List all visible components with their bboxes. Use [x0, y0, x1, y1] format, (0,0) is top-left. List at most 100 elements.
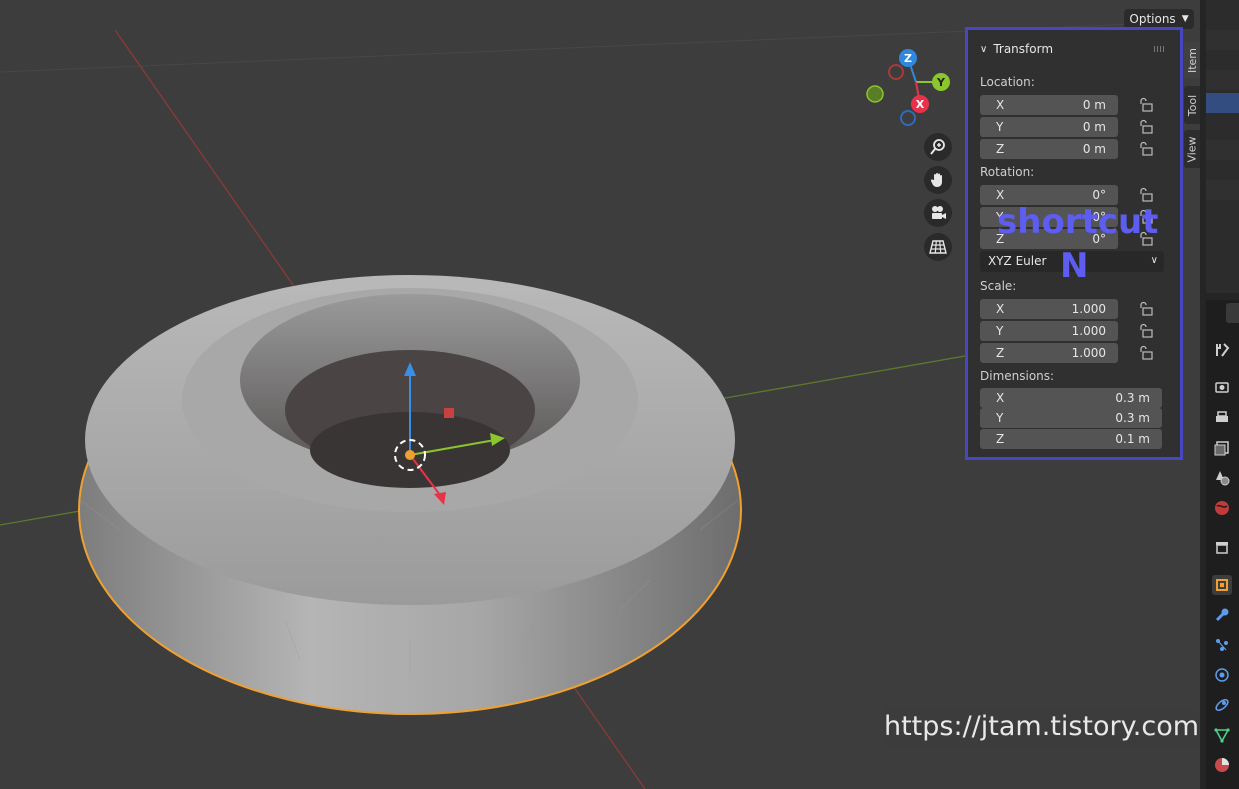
grid-perspective-icon — [929, 240, 947, 254]
axis-label: X — [996, 391, 1005, 405]
object-square-icon — [1216, 579, 1228, 591]
axis-label: Y — [996, 411, 1004, 425]
editor-type-icon[interactable] — [1226, 303, 1239, 323]
constraint-link-icon — [1215, 698, 1229, 712]
gizmo-x-axis[interactable]: X — [911, 95, 929, 113]
gizmo-z-axis[interactable]: Z — [899, 49, 917, 67]
lock-icon[interactable] — [1138, 301, 1154, 317]
drag-handle-icon[interactable] — [1154, 46, 1166, 52]
output-properties-tab[interactable] — [1212, 408, 1232, 428]
camera-icon — [932, 206, 946, 219]
location-z-field[interactable]: Z 0 m — [980, 139, 1118, 159]
view-layer-properties-tab[interactable] — [1212, 438, 1232, 458]
axis-label: X — [996, 98, 1005, 112]
watermark-url: https://jtam.tistory.com — [884, 706, 1199, 747]
torus-mesh — [78, 275, 742, 715]
rotation-mode-value: XYZ Euler — [988, 254, 1047, 268]
location-label: Location: — [980, 75, 1035, 89]
gizmo-y-axis[interactable]: Y — [932, 73, 950, 91]
dimensions-z-field[interactable]: Z 0.1 m — [980, 429, 1162, 449]
dimensions-x-field[interactable]: X 0.3 m — [980, 388, 1162, 408]
physics-properties-tab[interactable] — [1212, 665, 1232, 685]
pan-button[interactable] — [924, 166, 952, 194]
lock-icon[interactable] — [1138, 141, 1154, 157]
image-stack-icon — [1214, 441, 1229, 456]
world-properties-tab[interactable] — [1212, 498, 1232, 518]
lock-icon[interactable] — [1138, 97, 1154, 113]
transform-panel-header[interactable]: ∨ Transform — [980, 42, 1053, 56]
field-value: 0.3 m — [1115, 391, 1150, 405]
field-value: 1.000 — [1071, 346, 1106, 360]
tab-item[interactable]: Item — [1184, 42, 1201, 78]
options-dropdown[interactable]: Options ▼ — [1124, 9, 1194, 29]
axis-label: X — [996, 188, 1005, 202]
dimensions-y-field[interactable]: Y 0.3 m — [980, 408, 1162, 428]
field-value: 1.000 — [1071, 302, 1106, 316]
constraints-properties-tab[interactable] — [1212, 695, 1232, 715]
axis-label: Y — [996, 120, 1004, 134]
options-label: Options — [1129, 12, 1176, 26]
field-value: 0 m — [1082, 98, 1106, 112]
navigation-gizmo — [866, 57, 940, 126]
particles-properties-tab[interactable] — [1212, 635, 1232, 655]
perspective-toggle-button[interactable] — [924, 233, 952, 261]
physics-orbit-icon — [1215, 668, 1229, 682]
outliner-row[interactable] — [1206, 180, 1239, 200]
lock-icon[interactable] — [1138, 323, 1154, 339]
zoom-button[interactable] — [924, 133, 952, 161]
material-sphere-icon — [1215, 758, 1229, 772]
outliner-row[interactable] — [1206, 30, 1239, 50]
object-properties-tab[interactable] — [1212, 575, 1232, 595]
transform-title: Transform — [993, 42, 1054, 56]
wrench-screwdriver-icon — [1216, 343, 1230, 357]
material-properties-tab[interactable] — [1212, 755, 1232, 775]
field-value: 1.000 — [1071, 324, 1106, 338]
scene-properties-tab[interactable] — [1212, 468, 1232, 488]
tab-tool-label: Tool — [1186, 94, 1199, 116]
modifier-properties-tab[interactable] — [1212, 605, 1232, 625]
field-value: 0° — [1092, 188, 1106, 202]
outliner-selected-row[interactable] — [1206, 93, 1239, 113]
lock-icon[interactable] — [1138, 187, 1154, 203]
tool-properties-tab[interactable] — [1212, 340, 1232, 360]
field-value: 0.3 m — [1115, 411, 1150, 425]
particles-icon — [1216, 639, 1228, 651]
chevron-down-icon: ∨ — [980, 43, 988, 55]
scale-x-field[interactable]: X 1.000 — [980, 299, 1118, 319]
shortcut-annotation: shortcut — [997, 202, 1159, 242]
hand-pan-icon — [930, 173, 942, 187]
world-globe-icon — [1215, 501, 1229, 515]
camera-view-button[interactable] — [924, 199, 952, 227]
tab-view-label: View — [1186, 135, 1200, 163]
lock-icon[interactable] — [1138, 119, 1154, 135]
axis-label: Y — [996, 324, 1004, 338]
zoom-icon — [930, 139, 945, 155]
chevron-down-icon: ∨ — [1150, 255, 1158, 266]
outliner-row[interactable] — [1206, 140, 1239, 160]
outliner-panel[interactable] — [1206, 0, 1239, 293]
scale-label: Scale: — [980, 279, 1017, 293]
scale-y-field[interactable]: Y 1.000 — [980, 321, 1118, 341]
scale-z-field[interactable]: Z 1.000 — [980, 343, 1118, 363]
field-value: 0 m — [1082, 120, 1106, 134]
location-x-field[interactable]: X 0 m — [980, 95, 1118, 115]
camera-back-icon — [1215, 382, 1229, 393]
render-properties-tab[interactable] — [1212, 377, 1232, 397]
tab-tool[interactable]: Tool — [1184, 86, 1201, 124]
collection-properties-tab[interactable] — [1212, 537, 1232, 557]
field-value: 0 m — [1082, 142, 1106, 156]
location-y-field[interactable]: Y 0 m — [980, 117, 1118, 137]
printer-icon — [1216, 411, 1228, 422]
outliner-row[interactable] — [1206, 70, 1239, 90]
lock-icon[interactable] — [1138, 345, 1154, 361]
tab-view[interactable]: View — [1184, 130, 1201, 168]
tab-item-label: Item — [1186, 47, 1200, 73]
axis-label: Z — [996, 346, 1005, 360]
data-properties-tab[interactable] — [1212, 725, 1232, 745]
rotation-label: Rotation: — [980, 165, 1035, 179]
wrench-icon — [1215, 608, 1229, 622]
shortcut-key-annotation: N — [1060, 246, 1089, 286]
dimensions-label: Dimensions: — [980, 369, 1055, 383]
chevron-down-icon: ▼ — [1181, 14, 1189, 24]
mesh-triangle-icon — [1214, 728, 1230, 743]
